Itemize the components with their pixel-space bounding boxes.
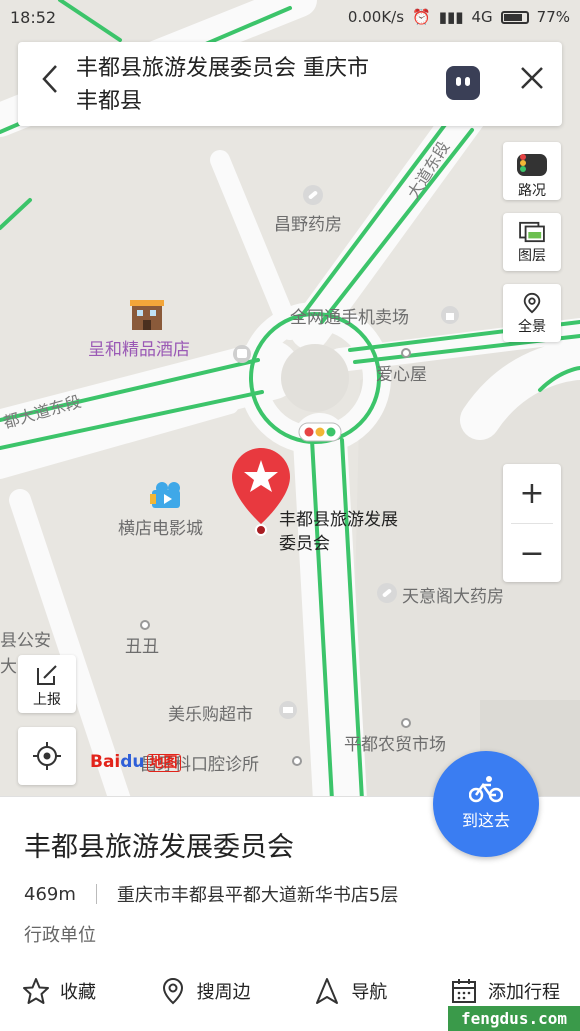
zoom-out-button[interactable]: − bbox=[503, 524, 561, 583]
action-bar: 收藏 搜周边 导航 添加行程 bbox=[0, 977, 580, 1005]
layers-icon bbox=[519, 221, 545, 243]
location-pin-icon bbox=[162, 977, 183, 1005]
back-button[interactable] bbox=[32, 64, 68, 104]
crosshair-icon bbox=[33, 742, 61, 770]
hotel-icon bbox=[130, 300, 164, 330]
place-address: 重庆市丰都县平都大道新华书店5层 bbox=[116, 885, 399, 906]
poi-pharmacy-tianyige[interactable]: 天意阁大药房 bbox=[402, 582, 504, 607]
status-bar: 18:52 0.00K/s ⏰ ▮▮▮ 4G 77% bbox=[0, 0, 580, 34]
layers-button[interactable]: 图层 bbox=[503, 213, 561, 271]
add-itinerary-label: 添加行程 bbox=[487, 982, 560, 1003]
network-speed: 0.00K/s bbox=[347, 8, 405, 26]
report-label: 上报 bbox=[33, 692, 61, 708]
layers-label: 图层 bbox=[518, 248, 546, 264]
navigation-button[interactable]: 导航 bbox=[313, 977, 387, 1005]
cinema-icon bbox=[150, 482, 180, 508]
favorite-button[interactable]: 收藏 bbox=[22, 977, 96, 1005]
search-query-line1: 丰都县旅游发展委员会 重庆市 bbox=[76, 56, 369, 81]
zoom-controls: + − bbox=[503, 464, 561, 582]
traffic-light-icon bbox=[298, 422, 342, 442]
poi-supermarket[interactable]: 美乐购超市 bbox=[168, 700, 253, 725]
calendar-icon bbox=[451, 979, 476, 1003]
locate-me-button[interactable] bbox=[18, 727, 76, 785]
logo-bai: Bai bbox=[90, 752, 121, 772]
chevron-left-icon bbox=[42, 65, 57, 93]
go-here-label: 到这去 bbox=[461, 811, 510, 830]
bus-stop-icon bbox=[233, 345, 251, 363]
favorite-label: 收藏 bbox=[60, 982, 96, 1003]
status-time: 18:52 bbox=[10, 7, 57, 27]
place-distance: 469m bbox=[24, 883, 76, 905]
panorama-button[interactable]: 全景 bbox=[503, 284, 561, 342]
close-button[interactable] bbox=[512, 62, 552, 102]
voice-assistant-button[interactable] bbox=[446, 66, 480, 100]
battery-icon bbox=[500, 10, 529, 24]
search-query[interactable]: 丰都县旅游发展委员会 重庆市 丰都县 bbox=[76, 52, 436, 118]
logo-du: du bbox=[120, 752, 145, 772]
signal-icon: ▮▮▮ bbox=[438, 8, 464, 26]
traffic-label: 路况 bbox=[518, 183, 546, 199]
alarm-icon: ⏰ bbox=[412, 8, 431, 26]
poi-hotel-chenghe[interactable]: 呈和精品酒店 bbox=[88, 335, 190, 360]
baidu-map-logo: Baidu 地图 bbox=[90, 752, 181, 772]
poi-aixin[interactable]: 爱心屋 bbox=[376, 360, 427, 385]
search-nearby-button[interactable]: 搜周边 bbox=[159, 977, 251, 1005]
edit-icon bbox=[37, 665, 57, 685]
panorama-pin-icon bbox=[523, 292, 541, 314]
search-header: 丰都县旅游发展委员会 重庆市 丰都县 bbox=[18, 42, 562, 126]
navigation-label: 导航 bbox=[351, 982, 388, 1003]
poi-dot-icon bbox=[292, 756, 302, 766]
star-icon bbox=[23, 978, 49, 1004]
location-marker-icon[interactable] bbox=[230, 446, 292, 536]
pharmacy-icon bbox=[303, 185, 323, 205]
meta-divider bbox=[95, 884, 97, 904]
poi-dot-icon bbox=[401, 718, 411, 728]
cart-icon bbox=[279, 701, 297, 719]
traffic-button[interactable]: 路况 bbox=[503, 142, 561, 200]
poi-cinema[interactable]: 横店电影城 bbox=[118, 514, 203, 539]
poi-pharmacy-changye[interactable]: 昌野药房 bbox=[274, 210, 342, 235]
pharmacy-icon-2 bbox=[377, 583, 397, 603]
marker-label: 丰都县旅游发展委员会 bbox=[279, 510, 398, 554]
add-itinerary-button[interactable]: 添加行程 bbox=[450, 977, 560, 1005]
poi-phone-store[interactable]: 全网通手机卖场 bbox=[290, 303, 409, 328]
poi-market[interactable]: 平都农贸市场 bbox=[344, 730, 446, 755]
report-button[interactable]: 上报 bbox=[18, 655, 76, 713]
close-icon bbox=[521, 67, 543, 89]
go-here-button[interactable]: 到这去 bbox=[433, 751, 539, 857]
place-category: 行政单位 bbox=[24, 925, 96, 946]
watermark: fengdus.com bbox=[448, 1006, 580, 1031]
network-type: 4G bbox=[471, 8, 493, 26]
poi-police-partial: 县公安 bbox=[0, 631, 51, 651]
shopping-bag-icon bbox=[441, 306, 459, 324]
panorama-label: 全景 bbox=[518, 319, 546, 335]
bicycle-icon bbox=[469, 776, 503, 803]
traffic-light-toggle-icon bbox=[517, 154, 547, 176]
poi-chouchou[interactable]: 丑丑 bbox=[125, 632, 159, 657]
search-query-line2: 丰都县 bbox=[76, 89, 143, 114]
poi-dot-icon bbox=[140, 620, 150, 630]
place-name: 丰都县旅游发展委员会 bbox=[24, 832, 294, 863]
place-meta: 469m 重庆市丰都县平都大道新华书店5层 bbox=[24, 881, 398, 907]
poi-dot-icon bbox=[401, 348, 411, 358]
navigation-arrow-icon bbox=[316, 978, 339, 1004]
logo-map-word: 地图 bbox=[146, 754, 181, 772]
zoom-in-button[interactable]: + bbox=[503, 464, 561, 523]
search-nearby-label: 搜周边 bbox=[196, 982, 251, 1003]
battery-level: 77% bbox=[536, 8, 570, 26]
